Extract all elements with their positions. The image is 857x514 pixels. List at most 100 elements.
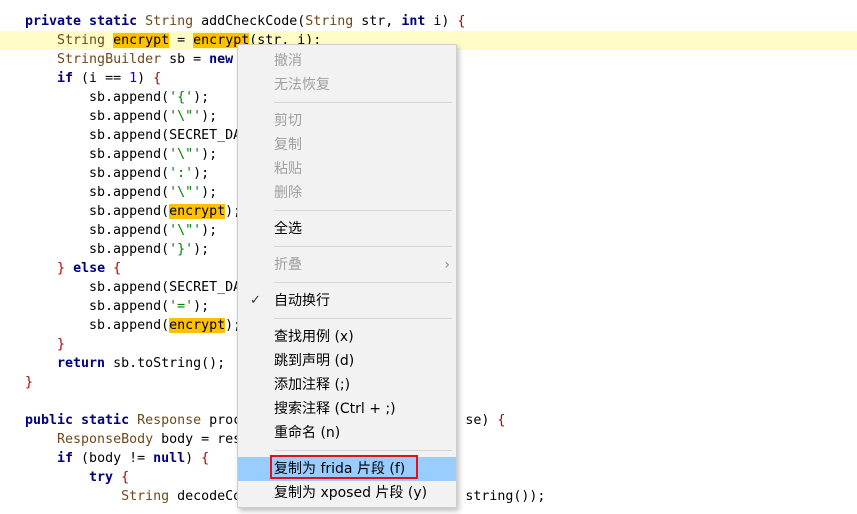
- menu-item-label: 复制为 xposed 片段 (y): [274, 485, 428, 501]
- code-token: if: [57, 71, 74, 86]
- menu-item-label: 剪切: [274, 113, 302, 129]
- code-token: public static: [25, 413, 130, 428]
- menu-item-find-usage[interactable]: 查找用例 (x): [238, 325, 456, 349]
- code-token: );: [201, 185, 218, 200]
- menu-item-label: 复制: [274, 137, 302, 153]
- code-token: sb.append(: [25, 185, 170, 200]
- menu-item-word-wrap[interactable]: ✓ 自动换行: [238, 289, 456, 313]
- menu-separator: [274, 282, 452, 283]
- code-token: sb.append(: [25, 90, 170, 105]
- code-token: sb.append(SECRET_DA: [25, 280, 242, 295]
- code-token: );: [201, 223, 218, 238]
- checkmark-icon: ✓: [250, 293, 261, 308]
- code-token: ResponseBody: [57, 432, 154, 447]
- code-token: ): [185, 451, 202, 466]
- code-token: sb.append(SECRET_DA: [25, 128, 242, 143]
- code-token: ): [137, 71, 154, 86]
- menu-item-rename[interactable]: 重命名 (n): [238, 421, 456, 445]
- code-token: if: [57, 451, 74, 466]
- code-token: sb.append(: [25, 166, 170, 181]
- code-token: );: [201, 147, 218, 162]
- menu-item-copy-as-frida[interactable]: 复制为 frida 片段 (f): [238, 455, 456, 481]
- code-token: StringBuilder: [57, 52, 162, 67]
- menu-item-copy[interactable]: 复制: [238, 133, 456, 157]
- code-token: i): [425, 14, 458, 29]
- code-token: 1: [129, 71, 138, 86]
- menu-item-select-all[interactable]: 全选: [238, 217, 456, 241]
- code-token: '\"': [169, 109, 202, 124]
- menu-item-add-comment[interactable]: 添加注释 (;): [238, 373, 456, 397]
- code-token: '\"': [169, 147, 202, 162]
- menu-item-cut[interactable]: 剪切: [238, 109, 456, 133]
- code-token: private static: [25, 14, 138, 29]
- menu-item-label: 全选: [274, 221, 302, 237]
- code-token: try: [89, 470, 114, 485]
- menu-item-search-comment[interactable]: 搜索注释 (Ctrl + ;): [238, 397, 456, 421]
- menu-item-label: 添加注释 (;): [274, 377, 351, 393]
- menu-item-delete[interactable]: 删除: [238, 181, 456, 205]
- menu-item-label: 查找用例 (x): [274, 329, 354, 345]
- menu-item-label: 重命名 (n): [274, 425, 341, 441]
- code-token: sb =: [161, 52, 210, 67]
- code-token: '{': [169, 90, 194, 105]
- code-token: String: [305, 14, 354, 29]
- menu-item-label: 删除: [274, 185, 302, 201]
- menu-item-undo[interactable]: 撤消: [238, 49, 456, 73]
- highlighted-token: encrypt: [113, 33, 170, 48]
- menu-item-copy-as-xposed[interactable]: 复制为 xposed 片段 (y): [238, 481, 456, 505]
- menu-item-label: 搜索注释 (Ctrl + ;): [274, 401, 396, 417]
- menu-item-redo[interactable]: 无法恢复: [238, 73, 456, 97]
- menu-item-label: 跳到声明 (d): [274, 353, 355, 369]
- menu-separator: [274, 318, 452, 319]
- code-token: sb.append(: [25, 204, 170, 219]
- context-menu: 撤消 无法恢复 剪切 复制 粘贴 删除 全选 折叠 › ✓ 自动换行 查找用例 …: [237, 44, 457, 508]
- menu-separator: [274, 246, 452, 247]
- code-token: (i ==: [73, 71, 130, 86]
- code-token: );: [193, 90, 210, 105]
- chevron-right-icon: ›: [444, 257, 450, 273]
- menu-item-label: 粘贴: [274, 161, 302, 177]
- code-token: sb.append(: [25, 223, 170, 238]
- code-token: String: [121, 489, 170, 504]
- highlighted-token: encrypt: [169, 204, 226, 219]
- code-token: sb.append(: [25, 109, 170, 124]
- code-token: return: [57, 356, 106, 371]
- code-token: sb.append(: [25, 242, 170, 257]
- code-token: {: [201, 451, 210, 466]
- highlighted-token: encrypt: [169, 318, 226, 333]
- code-token: '=': [169, 299, 194, 314]
- menu-item-goto-declaration[interactable]: 跳到声明 (d): [238, 349, 456, 373]
- code-token: String: [145, 14, 194, 29]
- menu-item-label: 复制为 frida 片段 (f): [274, 461, 406, 477]
- code-token: {: [121, 470, 130, 485]
- menu-item-label: 撤消: [274, 53, 302, 69]
- code-token: sb.append(: [25, 318, 170, 333]
- code-token: );: [193, 242, 210, 257]
- code-token: {: [497, 413, 506, 428]
- code-token: sb.append(: [25, 299, 170, 314]
- code-token: addCheckCode(: [193, 14, 306, 29]
- menu-separator: [274, 210, 452, 211]
- code-token: }: [57, 261, 66, 276]
- code-token: {: [153, 71, 162, 86]
- menu-separator: [274, 450, 452, 451]
- menu-item-paste[interactable]: 粘贴: [238, 157, 456, 181]
- code-token: {: [457, 14, 466, 29]
- code-token: ':': [169, 166, 194, 181]
- menu-separator: [274, 102, 452, 103]
- menu-item-fold[interactable]: 折叠 ›: [238, 253, 456, 277]
